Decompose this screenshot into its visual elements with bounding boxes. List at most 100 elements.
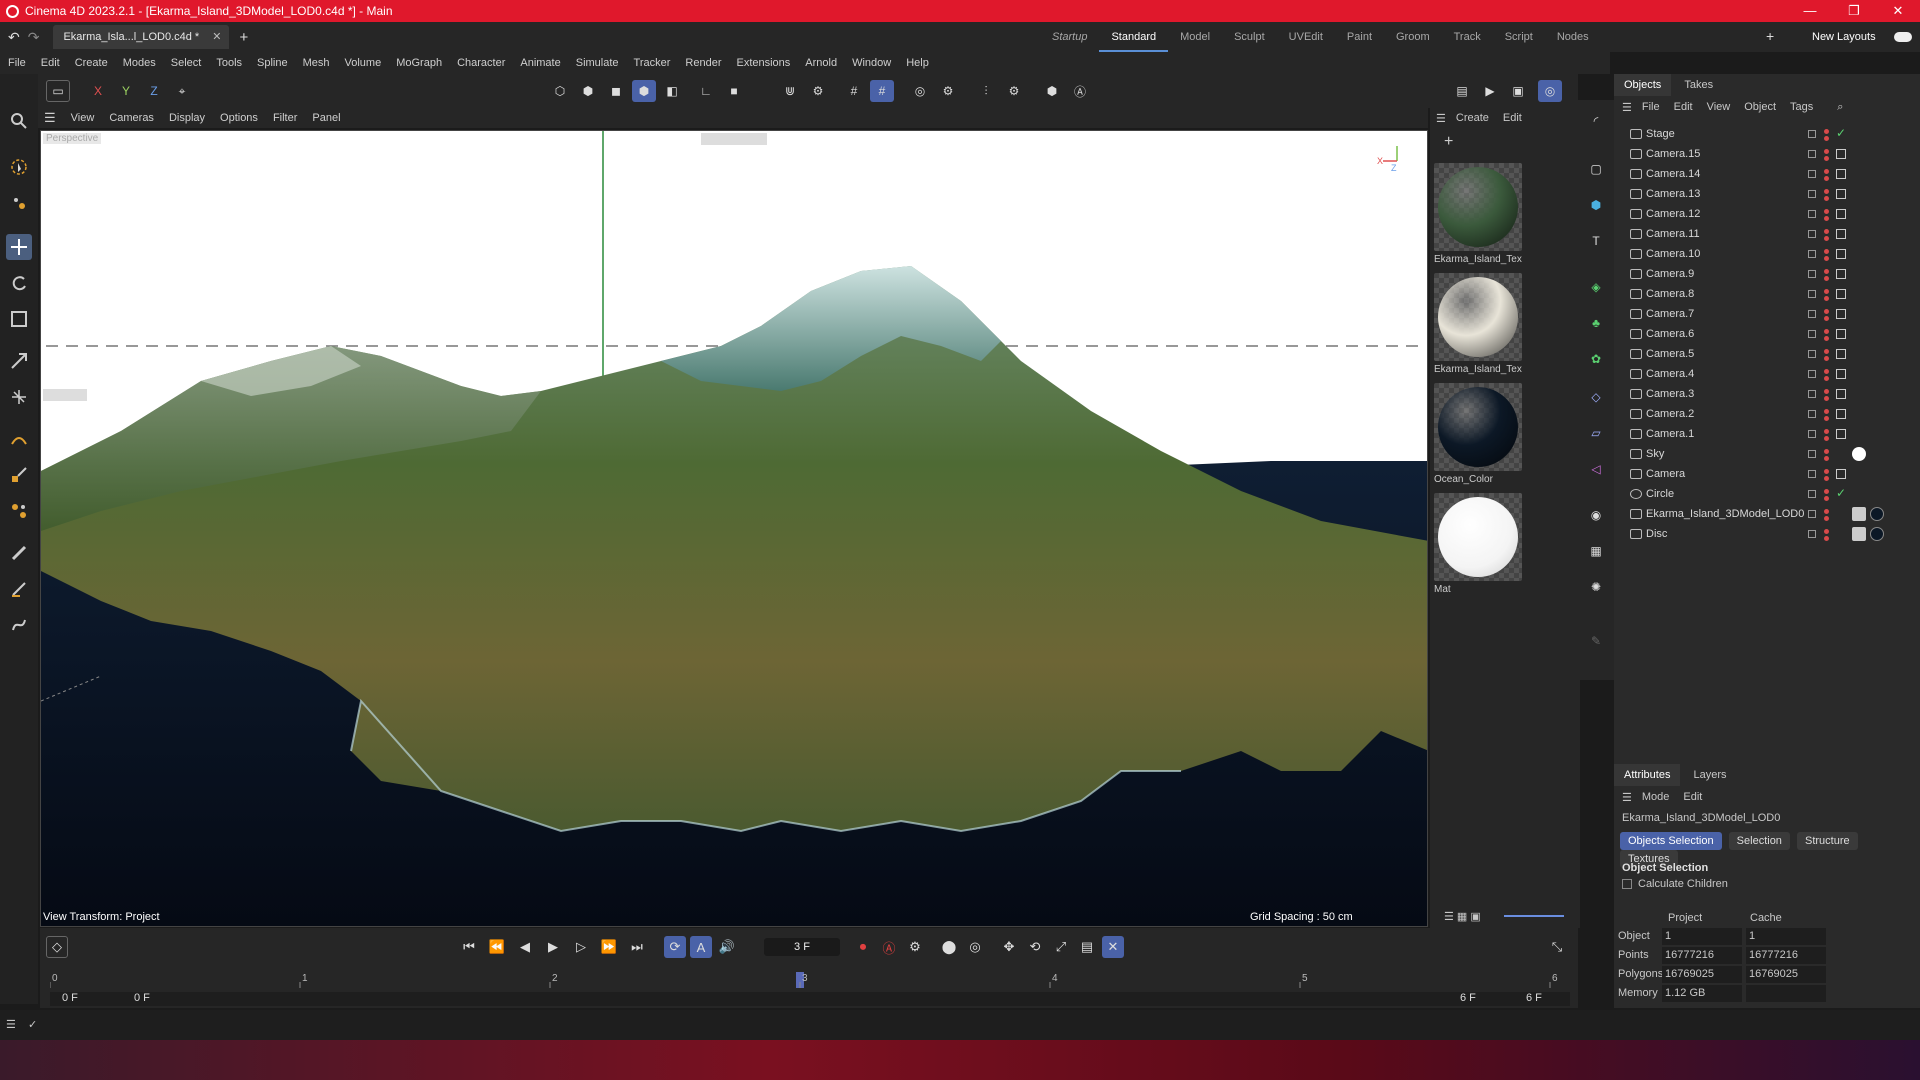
layer-checkbox[interactable] — [1808, 290, 1816, 298]
render-region-icon[interactable]: ▤ — [1450, 80, 1474, 102]
viewport-menu-filter[interactable]: Filter — [273, 112, 297, 124]
visibility-dot[interactable] — [1824, 249, 1829, 254]
objects-menu-icon[interactable]: ☰ — [1622, 101, 1632, 114]
light-icon[interactable]: ✺ — [1584, 576, 1608, 598]
material-name[interactable]: Ekarma_Island_Tex — [1434, 254, 1524, 265]
object-row[interactable]: Camera.1 — [1614, 424, 1920, 444]
menu-select[interactable]: Select — [171, 57, 202, 69]
spline-tool-icon[interactable]: ◜ — [1584, 110, 1608, 132]
autokey-mode-icon[interactable]: A — [690, 936, 712, 958]
lock-workplane-icon[interactable]: ⬢ — [1040, 80, 1064, 102]
object-row[interactable]: Ekarma_Island_3DModel_LOD0 — [1614, 504, 1920, 524]
tab-takes[interactable]: Takes — [1674, 74, 1723, 96]
target-tag-icon[interactable] — [1836, 369, 1846, 379]
visibility-dot[interactable] — [1824, 209, 1829, 214]
object-row[interactable]: Camera.4 — [1614, 364, 1920, 384]
soft-selection-icon[interactable]: ◎ — [908, 80, 932, 102]
menu-character[interactable]: Character — [457, 57, 505, 69]
render-visibility-dot[interactable] — [1824, 476, 1829, 481]
timeline-ruler[interactable]: 0 1 2 3 4 5 6 — [50, 972, 1570, 988]
layer-checkbox[interactable] — [1808, 210, 1816, 218]
layer-checkbox[interactable] — [1808, 130, 1816, 138]
search-icon[interactable]: ⌕ — [1837, 101, 1843, 114]
object-row[interactable]: Disc — [1614, 524, 1920, 544]
material-menu-edit[interactable]: Edit — [1503, 112, 1522, 124]
document-tab[interactable]: Ekarma_Isla...l_LOD0.c4d * ✕ — [53, 25, 230, 49]
material-name[interactable]: Ekarma_Island_Tex — [1434, 364, 1524, 375]
object-row[interactable]: Camera.12 — [1614, 204, 1920, 224]
target-tag-icon[interactable] — [1836, 469, 1846, 479]
x-axis-lock-button[interactable]: X — [86, 80, 110, 102]
object-row[interactable]: Camera — [1614, 464, 1920, 484]
deformer-icon[interactable]: ◇ — [1584, 386, 1608, 408]
view-mode-icons[interactable]: ☰ ▦ ▣ — [1444, 910, 1481, 923]
object-row[interactable]: Circle ✓ — [1614, 484, 1920, 504]
layer-checkbox[interactable] — [1808, 310, 1816, 318]
calculate-children-checkbox[interactable] — [1622, 879, 1632, 889]
viewport-settings-icon[interactable]: ⚙ — [936, 80, 960, 102]
menu-extensions[interactable]: Extensions — [736, 57, 790, 69]
workplane-icon[interactable]: # — [870, 80, 894, 102]
undo-icon[interactable]: ↶ — [8, 29, 20, 46]
visibility-dot[interactable] — [1824, 449, 1829, 454]
selection-icon[interactable] — [6, 154, 32, 180]
symmetry-settings-icon[interactable]: ⚙ — [1002, 80, 1026, 102]
model-mode-icon[interactable]: ⬢ — [632, 80, 656, 102]
structure-button[interactable]: Structure — [1797, 832, 1858, 850]
next-frame-icon[interactable]: ▷ — [570, 936, 592, 958]
object-row[interactable]: Camera.14 — [1614, 164, 1920, 184]
sound-icon[interactable]: 🔊 — [716, 936, 738, 958]
visibility-dot[interactable] — [1824, 409, 1829, 414]
visibility-dot[interactable] — [1824, 129, 1829, 134]
loop-icon[interactable]: ⟳ — [664, 936, 686, 958]
3d-viewport[interactable]: X Z Perspective — [40, 130, 1428, 927]
render-visibility-dot[interactable] — [1824, 156, 1829, 161]
previous-key-icon[interactable]: ⏪ — [486, 936, 508, 958]
material-thumbnail[interactable] — [1434, 163, 1522, 251]
viewport-menu-view[interactable]: View — [71, 112, 95, 124]
move-tool-icon[interactable] — [6, 234, 32, 260]
menu-arnold[interactable]: Arnold — [805, 57, 837, 69]
layer-checkbox[interactable] — [1808, 490, 1816, 498]
scale-tool-icon[interactable] — [6, 306, 32, 332]
layer-checkbox[interactable] — [1808, 170, 1816, 178]
new-layouts-toggle[interactable] — [1894, 32, 1912, 42]
layout-tab-paint[interactable]: Paint — [1335, 22, 1384, 52]
autokeying-icon[interactable]: Ⓐ — [878, 936, 900, 958]
layout-tab-model[interactable]: Model — [1168, 22, 1222, 52]
object-row[interactable]: Camera.3 — [1614, 384, 1920, 404]
snap-icon[interactable]: ⋓ — [778, 80, 802, 102]
render-visibility-dot[interactable] — [1824, 356, 1829, 361]
objects-menu-file[interactable]: File — [1642, 101, 1660, 113]
object-row[interactable]: Camera.7 — [1614, 304, 1920, 324]
layer-checkbox[interactable] — [1808, 190, 1816, 198]
grid-icon[interactable]: # — [842, 80, 866, 102]
edit-icon[interactable]: ✎ — [1584, 630, 1608, 652]
menu-simulate[interactable]: Simulate — [576, 57, 619, 69]
menu-tracker[interactable]: Tracker — [634, 57, 671, 69]
layer-checkbox[interactable] — [1808, 350, 1816, 358]
text-tool-icon[interactable]: T — [1584, 230, 1608, 252]
material-tag-icon[interactable] — [1870, 507, 1884, 521]
coordinate-system-icon[interactable]: ⌖ — [170, 80, 194, 102]
field-icon[interactable]: ▱ — [1584, 422, 1608, 444]
render-visibility-dot[interactable] — [1824, 376, 1829, 381]
material-tag-icon[interactable] — [1870, 527, 1884, 541]
visibility-dot[interactable] — [1824, 489, 1829, 494]
layer-checkbox[interactable] — [1808, 270, 1816, 278]
layer-checkbox[interactable] — [1808, 530, 1816, 538]
layout-tab-groom[interactable]: Groom — [1384, 22, 1442, 52]
visibility-dot[interactable] — [1824, 329, 1829, 334]
object-row[interactable]: Camera.5 — [1614, 344, 1920, 364]
target-tag-icon[interactable] — [1836, 229, 1846, 239]
menu-tools[interactable]: Tools — [216, 57, 242, 69]
hud-icon[interactable] — [43, 389, 87, 401]
target-tag-icon[interactable] — [1836, 209, 1846, 219]
rotate-tool-icon[interactable] — [6, 270, 32, 296]
layout-tab-nodes[interactable]: Nodes — [1545, 22, 1601, 52]
render-visibility-dot[interactable] — [1824, 456, 1829, 461]
render-visibility-dot[interactable] — [1824, 276, 1829, 281]
visibility-dot[interactable] — [1824, 509, 1829, 514]
move-key-icon[interactable]: ✥ — [998, 936, 1020, 958]
target-tag-icon[interactable] — [1836, 429, 1846, 439]
